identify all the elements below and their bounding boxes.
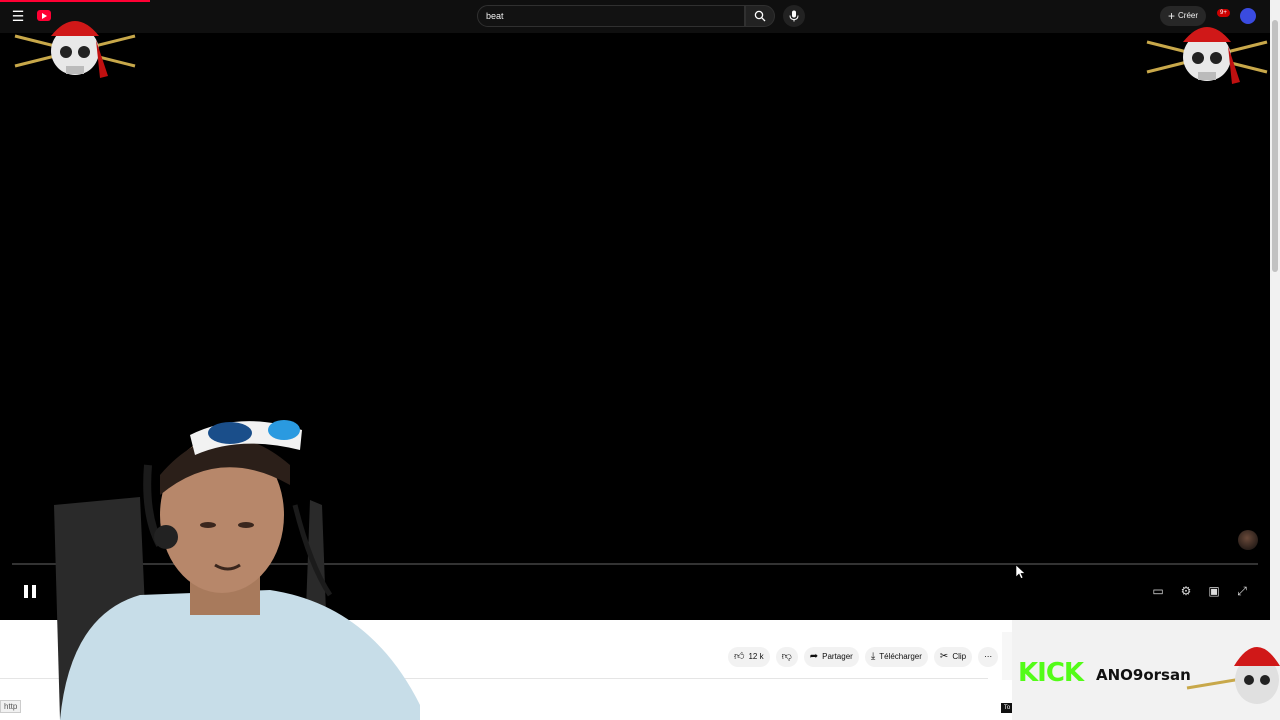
share-button[interactable]: ➦ Partager xyxy=(803,647,859,667)
download-button[interactable]: ⤓ Télécharger xyxy=(864,647,928,667)
more-actions-button[interactable]: ⋯ xyxy=(978,647,999,667)
like-count: 12 k xyxy=(748,652,764,661)
microphone-icon xyxy=(789,10,799,22)
kick-channel-banner: KICK ANO9orsan xyxy=(1012,620,1280,720)
share-icon: ➦ xyxy=(809,651,819,662)
dislike-button[interactable]: 👎︎ xyxy=(775,647,798,667)
share-label: Partager xyxy=(822,652,853,661)
side-panel-edge xyxy=(1002,632,1012,680)
more-icon: ⋯ xyxy=(984,652,993,661)
pirate-skull-icon xyxy=(14,21,136,78)
download-icon: ⤓ xyxy=(870,651,876,662)
pirate-skull-icon xyxy=(1146,27,1268,84)
scissors-icon: ✂ xyxy=(939,651,949,662)
miniplayer-icon[interactable]: ▭ xyxy=(1150,583,1166,599)
streamer-webcam xyxy=(54,420,420,720)
search-icon xyxy=(754,10,766,22)
channel-avatar-thumbnail[interactable] xyxy=(1238,530,1258,550)
fullscreen-icon[interactable]: ⤢ xyxy=(1234,583,1250,599)
pirate-skull-icon xyxy=(1186,647,1280,704)
page-load-progress xyxy=(0,0,150,2)
like-icon: 👍︎ xyxy=(734,651,745,662)
like-button[interactable]: 👍︎ 12 k xyxy=(728,647,770,667)
search-input[interactable]: beat xyxy=(477,5,745,27)
download-label: Télécharger xyxy=(879,652,922,661)
top-bar: ☰ beat + Créer 9+ xyxy=(0,0,1280,33)
pause-icon[interactable] xyxy=(22,583,38,601)
theater-mode-icon[interactable]: ▣ xyxy=(1206,583,1222,599)
kick-username: ANO9orsan xyxy=(1096,666,1191,684)
search-button[interactable] xyxy=(745,5,775,27)
voice-search-button[interactable] xyxy=(783,5,805,27)
settings-gear-icon[interactable]: ⚙ xyxy=(1178,583,1194,599)
video-actions-bar: 👍︎ 12 k 👎︎ ➦ Partager ⤓ Télécharger ✂ Clip ⋯ xyxy=(728,647,999,667)
dislike-icon: 👎︎ xyxy=(781,651,792,662)
status-bar-url: http xyxy=(0,700,22,713)
clip-button[interactable]: ✂ Clip xyxy=(933,647,973,667)
page-scrollbar[interactable] xyxy=(1270,0,1280,720)
kick-logo: KICK xyxy=(1018,658,1084,688)
scrollbar-thumb[interactable] xyxy=(1272,20,1278,272)
clip-label: Clip xyxy=(952,652,967,661)
